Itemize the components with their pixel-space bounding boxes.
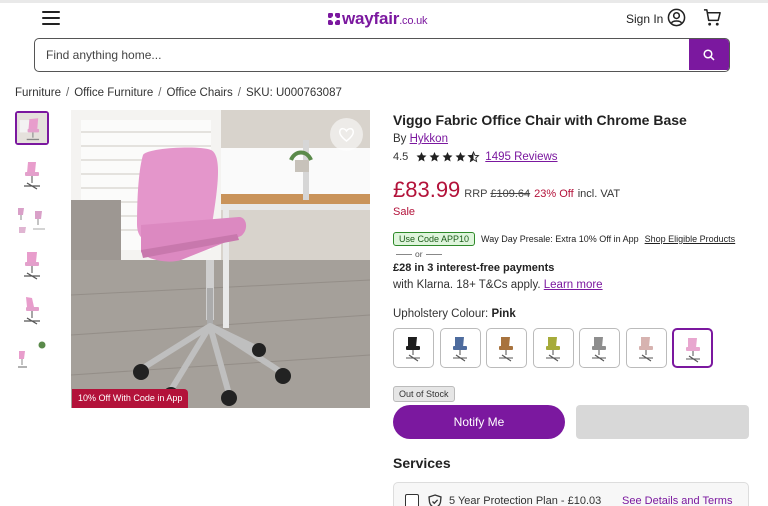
wishlist-button[interactable] — [330, 118, 363, 151]
product-title: Viggo Fabric Office Chair with Chrome Ba… — [393, 112, 687, 128]
by-label: By — [393, 133, 407, 145]
klarna-terms: with Klarna. 18+ T&Cs apply. Learn more — [393, 279, 603, 291]
search-icon — [703, 49, 715, 61]
rating-stars — [415, 151, 480, 163]
protection-plan-row: 5 Year Protection Plan - £10.03 See Deta… — [393, 482, 749, 506]
klarna-payments: £28 in 3 interest-free payments — [393, 262, 555, 274]
rrp: RRP £109.64 — [464, 188, 530, 200]
search-input[interactable] — [35, 39, 689, 70]
notify-me-button[interactable]: Notify Me — [393, 405, 565, 439]
colour-option-label: Upholstery Colour: Pink — [393, 308, 516, 320]
product-brand: By Hykkon — [393, 133, 448, 145]
shop-eligible-link[interactable]: Shop Eligible Products — [645, 234, 736, 244]
chair-swatch-icon — [545, 337, 560, 362]
chair-swatch-icon — [499, 337, 513, 362]
breadcrumb-office-chairs[interactable]: Office Chairs — [166, 87, 232, 99]
breadcrumb-separator: / — [158, 87, 162, 99]
colour-swatch-4[interactable] — [532, 328, 574, 368]
chair-swatch-icon — [406, 337, 420, 362]
star-icon — [455, 152, 466, 162]
thumbnail-2[interactable] — [15, 158, 49, 192]
colour-swatch-2[interactable] — [439, 328, 481, 368]
breadcrumb-separator: / — [66, 87, 70, 99]
thumbnail-3[interactable] — [15, 203, 49, 237]
logo-text: wayfair — [342, 9, 400, 28]
thumbnail-6[interactable] — [15, 338, 49, 372]
star-icon — [416, 152, 427, 162]
or-text: or — [415, 249, 423, 259]
secondary-action-button[interactable] — [576, 405, 749, 439]
search-button[interactable] — [689, 39, 729, 70]
colour-swatch-1[interactable] — [393, 328, 434, 368]
stock-status: Out of Stock — [393, 386, 455, 402]
star-icon — [429, 152, 440, 162]
colour-label-text: Upholstery Colour: — [393, 308, 489, 320]
app-promo: Use Code APP10 Way Day Presale: Extra 10… — [393, 232, 735, 246]
cart-icon[interactable] — [703, 8, 722, 27]
chair-swatch-icon — [686, 338, 700, 363]
selected-colour: Pink — [491, 308, 516, 320]
thumbnail-4[interactable] — [15, 248, 49, 282]
breadcrumb-separator: / — [237, 87, 241, 99]
breadcrumb: Furniture / Office Furniture / Office Chairs… — [15, 87, 342, 99]
user-icon[interactable] — [667, 8, 686, 27]
star-icon — [442, 152, 453, 162]
colour-swatch-5[interactable] — [579, 328, 620, 368]
breadcrumb-furniture[interactable]: Furniture — [15, 87, 61, 99]
chair-swatch-icon — [638, 337, 653, 362]
rating-row: 4.5 1495 Reviews — [393, 151, 558, 163]
services-heading: Services — [393, 455, 451, 471]
reviews-link[interactable]: 1495 Reviews — [485, 151, 557, 163]
klarna-terms-text: with Klarna. 18+ T&Cs apply. — [393, 279, 541, 291]
promo-code-badge: Use Code APP10 — [393, 232, 476, 246]
protection-plan-text: 5 Year Protection Plan - £10.03 — [449, 495, 602, 506]
wayfair-logo[interactable]: wayfair.co.uk — [328, 9, 428, 29]
brand-link[interactable]: Hykkon — [410, 133, 448, 145]
product-price: £83.99 — [393, 177, 461, 202]
chair-swatch-icon — [452, 337, 467, 362]
heart-icon — [338, 127, 355, 142]
logo-tld: .co.uk — [399, 15, 428, 27]
star-half-icon — [467, 151, 480, 163]
sign-in-link[interactable]: Sign In — [626, 12, 663, 26]
shield-icon — [428, 494, 442, 506]
product-main-image[interactable] — [71, 110, 370, 408]
vat-text: incl. VAT — [577, 188, 621, 200]
breadcrumb-sku: SKU: U000763087 — [245, 87, 342, 99]
or-divider: or — [393, 249, 445, 259]
wayfair-mark-icon — [328, 13, 340, 25]
rating-value: 4.5 — [393, 151, 409, 163]
menu-icon[interactable] — [42, 11, 60, 25]
discount-text: 23% Off — [534, 188, 574, 200]
colour-swatch-7[interactable] — [672, 328, 713, 368]
search-bar — [34, 38, 730, 72]
colour-swatches — [393, 328, 719, 368]
price-row: £83.99 RRP £109.64 23% Off incl. VAT — [393, 177, 620, 203]
colour-swatch-6[interactable] — [625, 328, 667, 368]
chair-swatch-icon — [592, 337, 606, 362]
site-header: wayfair.co.uk Sign In — [0, 3, 768, 33]
promo-badge: 10% Off With Code in App — [72, 389, 189, 408]
thumbnail-1[interactable] — [15, 111, 49, 145]
sale-label: Sale — [393, 206, 416, 218]
see-details-link[interactable]: See Details and Terms — [622, 495, 732, 506]
learn-more-link[interactable]: Learn more — [544, 279, 603, 291]
thumbnail-5[interactable] — [15, 293, 49, 327]
breadcrumb-office-furniture[interactable]: Office Furniture — [74, 87, 153, 99]
rrp-value: £109.64 — [490, 188, 531, 200]
promo-text: Way Day Presale: Extra 10% Off in App — [481, 234, 639, 244]
rrp-label: RRP — [464, 188, 488, 200]
colour-swatch-3[interactable] — [486, 328, 527, 368]
protection-plan-checkbox[interactable] — [405, 494, 419, 506]
